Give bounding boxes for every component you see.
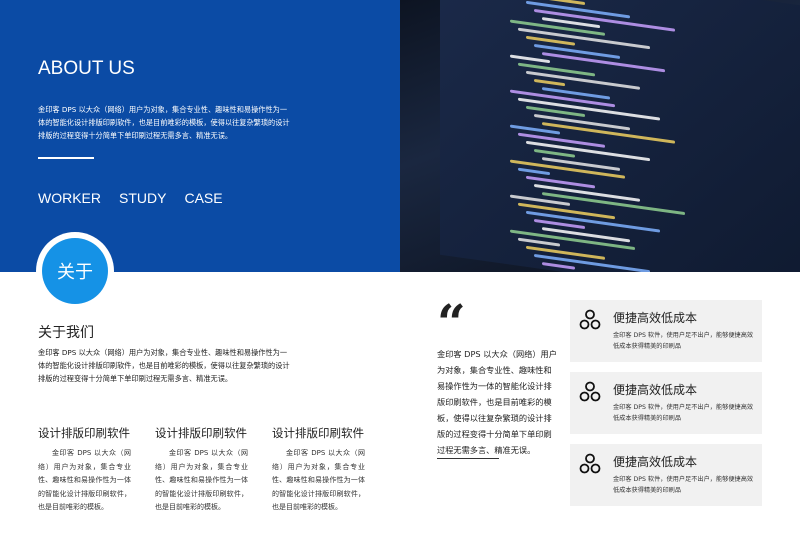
column-text: 金印客 DPS 以大众（网络）用户为对象，集合专业性、趣味性和易操作性为一体的智… bbox=[272, 449, 365, 511]
circles-icon bbox=[579, 309, 601, 330]
nav-case[interactable]: CASE bbox=[184, 190, 222, 206]
feature-column: 设计排版印刷软件金印客 DPS 以大众（网络）用户为对象，集合专业性、趣味性和易… bbox=[155, 425, 248, 515]
feature-column: 设计排版印刷软件金印客 DPS 以大众（网络）用户为对象，集合专业性、趣味性和易… bbox=[38, 425, 131, 515]
hero-nav: WORKER STUDY CASE bbox=[38, 190, 223, 206]
divider bbox=[38, 157, 94, 159]
column-title: 设计排版印刷软件 bbox=[155, 426, 247, 440]
badge-label: 关于 bbox=[42, 238, 108, 304]
nav-worker[interactable]: WORKER bbox=[38, 190, 101, 206]
feature-column: 设计排版印刷软件金印客 DPS 以大众（网络）用户为对象，集合专业性、趣味性和易… bbox=[272, 425, 365, 515]
column-title: 设计排版印刷软件 bbox=[272, 426, 364, 440]
benefit-card: 便捷高效低成本金印客 DPS 软件，使用户足不出户，能够便捷高效低成本获得精美的… bbox=[570, 372, 762, 434]
code-line bbox=[518, 237, 560, 247]
benefit-cards: 便捷高效低成本金印客 DPS 软件，使用户足不出户，能够便捷高效低成本获得精美的… bbox=[570, 300, 762, 516]
code-line bbox=[510, 54, 550, 64]
circles-icon bbox=[579, 453, 601, 474]
benefit-card: 便捷高效低成本金印客 DPS 软件，使用户足不出户，能够便捷高效低成本获得精美的… bbox=[570, 300, 762, 362]
hero-title: ABOUT US bbox=[38, 58, 135, 79]
benefit-card: 便捷高效低成本金印客 DPS 软件，使用户足不出户，能够便捷高效低成本获得精美的… bbox=[570, 444, 762, 506]
code-line bbox=[518, 167, 550, 176]
column-text: 金印客 DPS 以大众（网络）用户为对象，集合专业性、趣味性和易操作性为一体的智… bbox=[38, 449, 131, 511]
about-text: 金印客 DPS 以大众（网络）用户为对象，集合专业性、趣味性和易操作性为一体的智… bbox=[38, 348, 290, 383]
code-line bbox=[534, 78, 565, 87]
quote-mark-icon: “ bbox=[437, 293, 466, 352]
feature-columns: 设计排版印刷软件金印客 DPS 以大众（网络）用户为对象，集合专业性、趣味性和易… bbox=[38, 425, 365, 515]
code-line bbox=[534, 148, 575, 158]
hero-text: 金印客 DPS 以大众（网络）用户为对象，集合专业性、趣味性和易操作性为一体的智… bbox=[38, 105, 290, 140]
about-badge: 关于 bbox=[36, 232, 114, 310]
nav-study[interactable]: STUDY bbox=[119, 190, 166, 206]
card-title: 便捷高效低成本 bbox=[613, 383, 698, 397]
quote-text: 金印客 DPS 以大众（网络）用户为对象，集合专业性、趣味性和易操作性为一体的智… bbox=[437, 349, 557, 455]
card-text: 金印客 DPS 软件，使用户足不出户，能够便捷高效低成本获得精美的印刷品 bbox=[613, 404, 754, 422]
about-title: 关于我们 bbox=[38, 325, 94, 341]
column-text: 金印客 DPS 以大众（网络）用户为对象，集合专业性、趣味性和易操作性为一体的智… bbox=[155, 449, 248, 511]
divider bbox=[437, 458, 499, 459]
card-text: 金印客 DPS 软件，使用户足不出户，能够便捷高效低成本获得精美的印刷品 bbox=[613, 476, 754, 494]
code-screen-photo bbox=[400, 0, 800, 272]
code-line bbox=[542, 262, 575, 270]
card-title: 便捷高效低成本 bbox=[613, 311, 698, 325]
card-title: 便捷高效低成本 bbox=[613, 455, 698, 469]
card-text: 金印客 DPS 软件，使用户足不出户，能够便捷高效低成本获得精美的印刷品 bbox=[613, 332, 754, 350]
circles-icon bbox=[579, 381, 601, 402]
column-title: 设计排版印刷软件 bbox=[38, 426, 130, 440]
